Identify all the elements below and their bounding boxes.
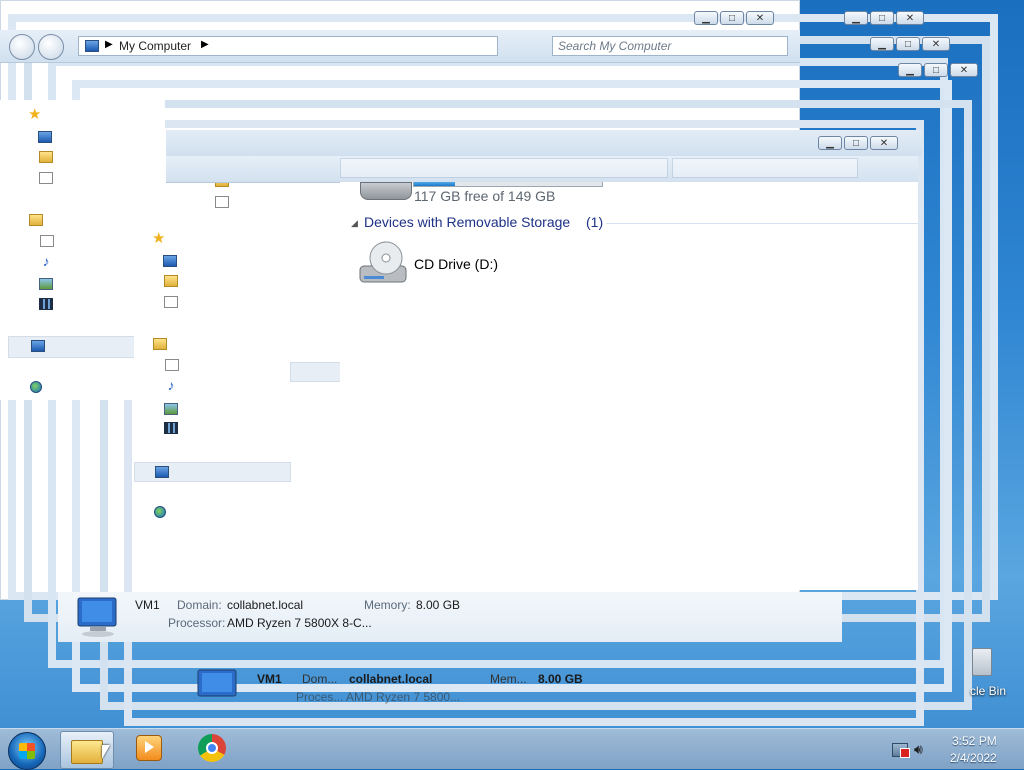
ghost-title-buttons: ▁ □ ✕ xyxy=(870,37,950,51)
computer-nav-item[interactable] xyxy=(290,362,342,382)
window-title-buttons: ▁ □ ✕ xyxy=(818,136,898,150)
content-pane: 117 GB free of 149 GB ◢ Devices with Rem… xyxy=(340,182,918,590)
address-bar[interactable] xyxy=(340,158,668,178)
ghost-processor: Proces... AMD Ryzen 7 5800... xyxy=(296,690,461,704)
details-pane: VM1 Domain: collabnet.local Memory: 8.00… xyxy=(58,592,842,642)
recent-places-icon[interactable] xyxy=(39,172,53,184)
group-header[interactable]: Devices with Removable Storage xyxy=(364,214,570,230)
minimize-button[interactable]: ▁ xyxy=(818,136,842,150)
computer-nav-item[interactable] xyxy=(134,462,291,482)
computer-icon xyxy=(77,597,117,637)
documents-icon[interactable] xyxy=(40,235,54,247)
play-glyph xyxy=(145,741,154,753)
ghost-computer-name: VM1 xyxy=(257,672,282,686)
ghost-domain-value: collabnet.local xyxy=(349,672,433,686)
front-window-titlebar xyxy=(166,130,922,156)
ghost-title-buttons: ▁ □ ✕ xyxy=(898,63,978,77)
address-bar[interactable]: ▶ My Computer ▶ xyxy=(78,36,498,56)
computer-icon xyxy=(155,466,169,478)
volume-icon[interactable]: 🔊︎ xyxy=(914,741,923,758)
start-orb-icon xyxy=(19,743,35,759)
cd-drive-label: CD Drive (D:) xyxy=(414,256,498,272)
recycle-bin-icon xyxy=(972,648,992,676)
domain-label: Domain: xyxy=(177,598,222,612)
memory-label: Memory: xyxy=(364,598,411,612)
taskbar-media-player-button[interactable] xyxy=(136,735,162,761)
computer-icon xyxy=(31,340,45,352)
search-input[interactable] xyxy=(672,158,858,178)
recent-places-icon[interactable] xyxy=(164,296,178,308)
processor-label: Processor: xyxy=(168,616,226,630)
forward-button[interactable] xyxy=(38,34,64,60)
cd-drive-icon xyxy=(359,241,407,283)
hard-drive-icon[interactable] xyxy=(360,182,412,200)
search-input[interactable]: Search My Computer xyxy=(552,36,788,56)
network-warning-icon xyxy=(900,748,910,758)
processor-value: AMD Ryzen 7 5800X 8-C... xyxy=(227,616,372,630)
videos-icon[interactable] xyxy=(39,298,53,310)
computer-nav-item[interactable] xyxy=(8,336,135,358)
group-divider xyxy=(606,223,918,224)
breadcrumb-my-computer[interactable]: My Computer xyxy=(119,39,191,53)
computer-name: VM1 xyxy=(135,598,160,612)
mouse-cursor-icon xyxy=(102,745,110,759)
clock-date[interactable]: 2/4/2022 xyxy=(950,751,997,765)
front-window-navbar xyxy=(166,156,918,183)
breadcrumb-separator: ▶ xyxy=(105,39,113,50)
maximize-button[interactable]: □ xyxy=(844,136,868,150)
back-button[interactable] xyxy=(9,34,35,60)
favorites-star-icon: ★ xyxy=(28,106,42,123)
computer-icon xyxy=(197,669,237,697)
ghost-domain-label: Dom... xyxy=(302,672,338,686)
navigation-pane: ★ ♪ xyxy=(134,225,291,525)
ghost-memory-label: Mem... xyxy=(490,672,527,686)
pictures-icon[interactable] xyxy=(164,403,178,415)
favorites-star-icon: ★ xyxy=(152,230,166,247)
videos-icon[interactable] xyxy=(164,422,178,434)
ghost-title-buttons: ▁ □ ✕ xyxy=(694,11,774,25)
cd-drive-item[interactable]: CD Drive (D:) xyxy=(358,240,518,290)
taskbar-chrome-button[interactable] xyxy=(198,734,228,764)
ghost-details-pane: VM1 Dom... collabnet.local Mem... 8.00 G… xyxy=(148,664,848,704)
chrome-center xyxy=(206,742,218,754)
recent-places-icon[interactable] xyxy=(215,196,229,208)
downloads-icon[interactable] xyxy=(164,275,178,287)
breadcrumb-separator: ▶ xyxy=(201,39,209,50)
libraries-icon[interactable] xyxy=(29,214,43,226)
downloads-icon[interactable] xyxy=(39,151,53,163)
network-icon[interactable] xyxy=(154,506,166,518)
clock-time[interactable]: 3:52 PM xyxy=(952,734,997,748)
ghost-memory-value: 8.00 GB xyxy=(538,672,583,686)
desktop-icon[interactable] xyxy=(38,131,52,143)
recycle-bin-label: cle Bin xyxy=(970,684,1007,698)
ghost-title-buttons: ▁ □ ✕ xyxy=(844,11,924,25)
recycle-bin-shortcut[interactable]: cle Bin xyxy=(960,646,1024,702)
drive-free-text: 117 GB free of 149 GB xyxy=(414,188,556,204)
group-count: (1) xyxy=(586,214,604,230)
taskbar: 🔊︎ 3:52 PM 2/4/2022 xyxy=(0,728,1024,770)
libraries-icon[interactable] xyxy=(153,338,167,350)
close-button[interactable]: ✕ xyxy=(870,136,898,150)
pictures-icon[interactable] xyxy=(39,278,53,290)
computer-icon xyxy=(85,40,99,52)
documents-icon[interactable] xyxy=(165,359,179,371)
desktop-icon[interactable] xyxy=(163,255,177,267)
drive-capacity-bar xyxy=(413,182,603,187)
network-icon[interactable] xyxy=(30,381,42,393)
group-collapse-icon[interactable]: ◢ xyxy=(351,218,358,229)
start-button[interactable] xyxy=(8,732,46,770)
explorer-icon xyxy=(71,740,103,764)
music-icon[interactable]: ♪ xyxy=(164,378,178,392)
drive-capacity-fill xyxy=(414,182,456,186)
memory-value: 8.00 GB xyxy=(416,598,461,612)
search-placeholder: Search My Computer xyxy=(558,39,672,53)
music-icon[interactable]: ♪ xyxy=(39,254,53,268)
domain-value: collabnet.local xyxy=(227,598,304,612)
